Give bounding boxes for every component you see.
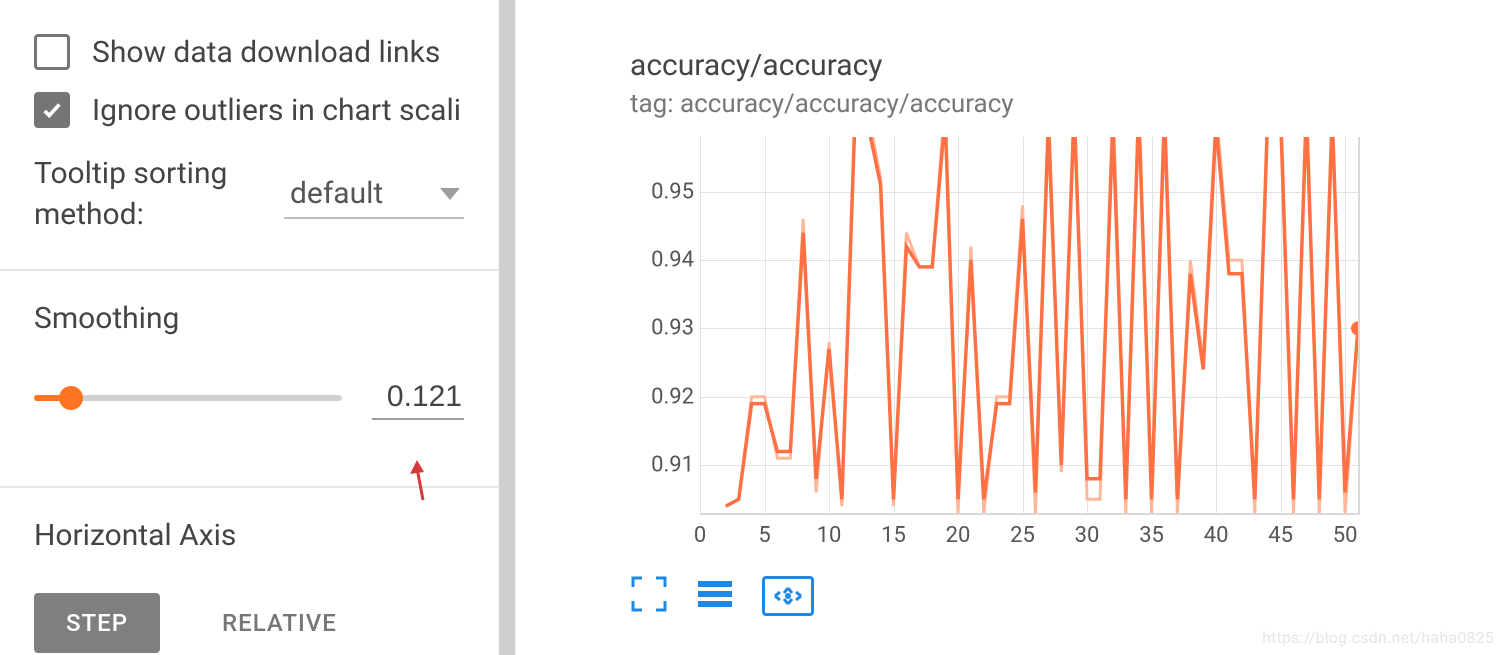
axis-button-step[interactable]: STEP [34, 593, 160, 653]
x-tick: 35 [1139, 523, 1164, 548]
smoothing-label: Smoothing [34, 301, 464, 336]
y-tick: 0.91 [630, 453, 694, 478]
x-tick: 45 [1268, 523, 1293, 548]
x-tick: 20 [946, 523, 971, 548]
line-mode-icon[interactable] [696, 575, 734, 617]
vertical-scrollbar[interactable] [498, 0, 516, 655]
axis-button-relative[interactable]: RELATIVE [190, 593, 369, 653]
tooltip-sorting-row: Tooltip sorting method: default [34, 154, 464, 235]
smoothing-slider[interactable] [34, 395, 342, 401]
watermark: https://blog.csdn.net/haha0825 [1262, 628, 1494, 647]
chart-tag: tag: accuracy/accuracy/accuracy [630, 89, 1498, 119]
expand-icon[interactable] [630, 575, 668, 617]
chart-plot: 0.91 0.92 0.93 0.94 0.95 0 5 10 15 20 25 30 35 40 45 50 [630, 137, 1360, 557]
slider-thumb-icon[interactable] [59, 386, 83, 410]
smoothing-input[interactable] [372, 376, 464, 420]
chart-tools [630, 575, 1498, 617]
x-tick: 0 [694, 523, 706, 548]
tooltip-sorting-label: Tooltip sorting method: [34, 154, 254, 235]
checkbox-checked-icon[interactable] [34, 92, 70, 128]
x-tick: 10 [817, 523, 842, 548]
fit-domain-icon[interactable] [762, 576, 814, 616]
y-tick: 0.93 [630, 316, 694, 341]
x-tick: 30 [1075, 523, 1100, 548]
checkbox-unchecked-icon[interactable] [34, 34, 70, 70]
option-label: Show data download links [92, 35, 440, 70]
y-tick: 0.95 [630, 179, 694, 204]
select-value: default [290, 176, 383, 211]
x-tick: 25 [1010, 523, 1035, 548]
chart-panel: accuracy/accuracy tag: accuracy/accuracy… [516, 0, 1498, 655]
y-tick: 0.92 [630, 384, 694, 409]
chart-title: accuracy/accuracy [630, 48, 1498, 83]
chevron-down-icon [440, 188, 460, 200]
horizontal-axis-label: Horizontal Axis [34, 518, 464, 553]
sidebar: Show data download links Ignore outliers… [0, 0, 498, 655]
x-tick: 40 [1204, 523, 1229, 548]
option-show-download-links[interactable]: Show data download links [34, 34, 464, 70]
x-tick: 5 [758, 523, 770, 548]
option-ignore-outliers[interactable]: Ignore outliers in chart scali [34, 92, 464, 128]
option-label: Ignore outliers in chart scali [92, 93, 461, 128]
x-tick: 15 [881, 523, 906, 548]
y-tick: 0.94 [630, 248, 694, 273]
x-tick: 50 [1333, 523, 1358, 548]
tooltip-sorting-select[interactable]: default [284, 170, 464, 219]
